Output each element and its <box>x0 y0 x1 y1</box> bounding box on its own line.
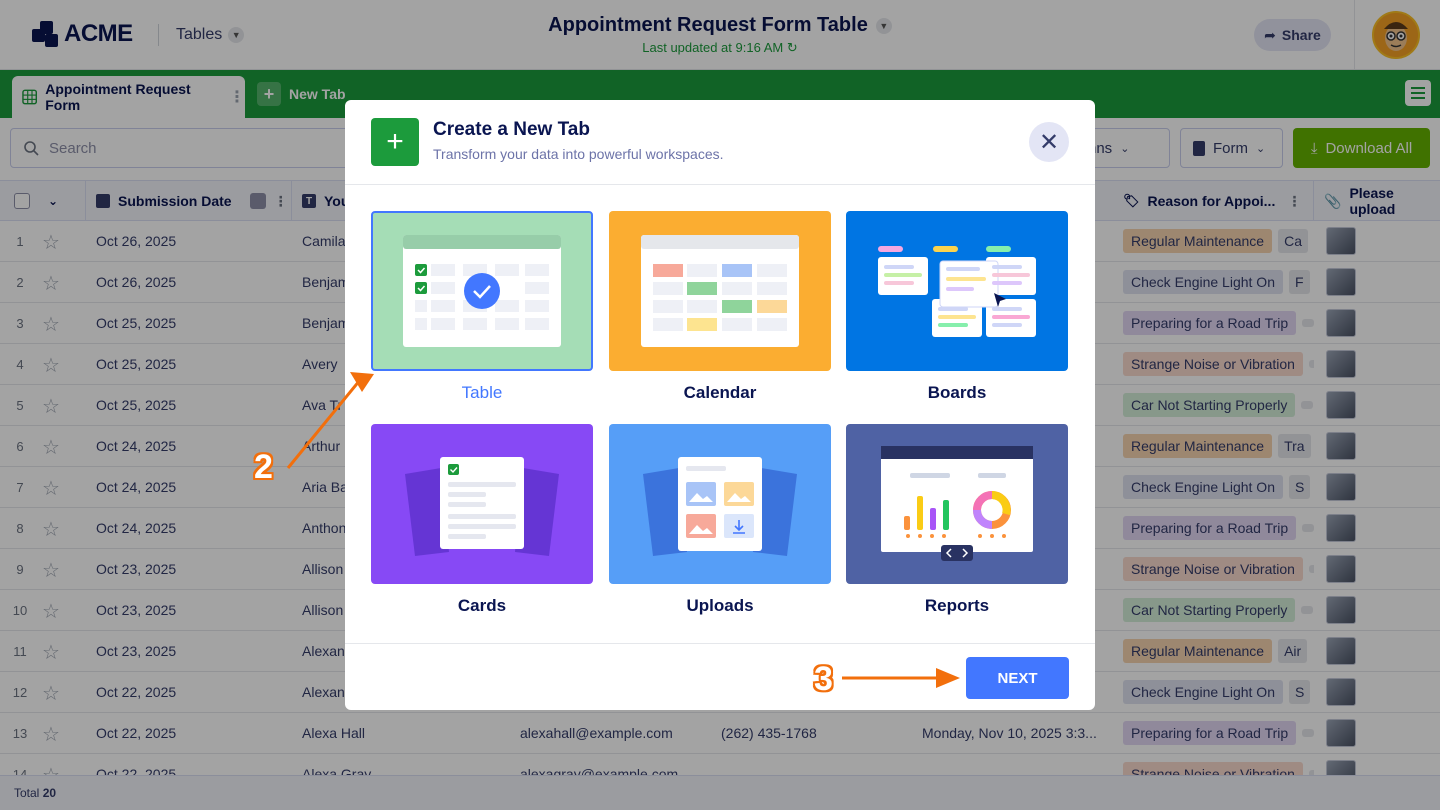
arrowhead-step3 <box>936 668 960 688</box>
step-3-callout: 3 <box>814 660 833 698</box>
arrow-step2 <box>286 379 362 469</box>
annotation-arrows <box>286 372 960 688</box>
step-2-callout: 2 <box>254 448 273 486</box>
